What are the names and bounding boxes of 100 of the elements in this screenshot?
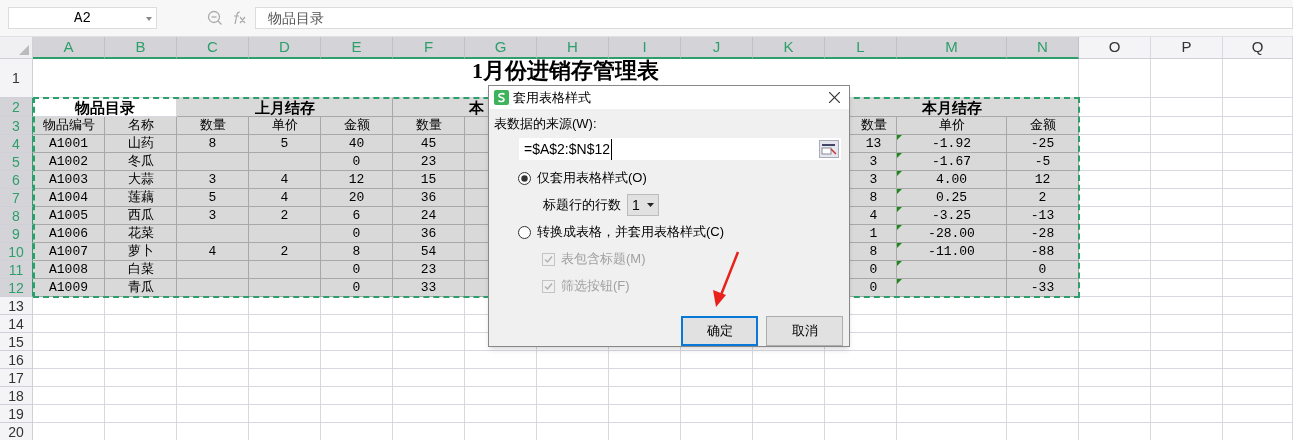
table-cell bbox=[1223, 315, 1293, 333]
function-icon[interactable] bbox=[231, 11, 247, 25]
column-header[interactable]: F bbox=[393, 37, 465, 59]
table-cell: A1006 bbox=[33, 225, 105, 243]
table-cell bbox=[1079, 117, 1151, 135]
table-cell bbox=[1151, 369, 1223, 387]
column-header[interactable]: N bbox=[1007, 37, 1079, 59]
row-header[interactable]: 2 bbox=[0, 98, 33, 117]
table-cell bbox=[1151, 171, 1223, 189]
column-header[interactable]: C bbox=[177, 37, 249, 59]
table-cell bbox=[1223, 135, 1293, 153]
table-cell: A1008 bbox=[33, 261, 105, 279]
zoom-icon[interactable] bbox=[207, 10, 223, 26]
table-cell bbox=[249, 261, 321, 279]
table-cell: 2 bbox=[1007, 189, 1079, 207]
table-cell bbox=[1079, 135, 1151, 153]
row-header[interactable]: 20 bbox=[0, 423, 33, 440]
column-header[interactable]: K bbox=[753, 37, 825, 59]
table-cell: 4.00 bbox=[897, 171, 1007, 189]
table-cell bbox=[177, 297, 249, 315]
table-cell bbox=[825, 351, 897, 369]
table-cell: 4 bbox=[249, 171, 321, 189]
column-header[interactable]: D bbox=[249, 37, 321, 59]
cancel-button[interactable]: 取消 bbox=[766, 316, 843, 346]
source-field[interactable]: =$A$2:$N$12 bbox=[519, 138, 841, 160]
column-header[interactable]: A bbox=[33, 37, 105, 59]
column-header[interactable]: H bbox=[537, 37, 609, 59]
checkbox-icon bbox=[542, 252, 555, 266]
column-header[interactable]: J bbox=[681, 37, 753, 59]
table-cell bbox=[1151, 315, 1223, 333]
table-cell: -11.00 bbox=[897, 243, 1007, 261]
table-cell bbox=[1151, 405, 1223, 423]
row-header[interactable]: 15 bbox=[0, 333, 33, 351]
column-header[interactable]: G bbox=[465, 37, 537, 59]
table-cell bbox=[537, 387, 609, 405]
row-header[interactable]: 3 bbox=[0, 117, 33, 135]
formula-field[interactable]: 物品目录 bbox=[255, 7, 1293, 29]
table-cell: 物品目录 bbox=[33, 98, 177, 117]
row-header[interactable]: 11 bbox=[0, 261, 33, 279]
table-cell: 花菜 bbox=[105, 225, 177, 243]
close-icon[interactable] bbox=[829, 92, 840, 103]
table-cell: -1.67 bbox=[897, 153, 1007, 171]
row-header[interactable]: 10 bbox=[0, 243, 33, 261]
table-cell bbox=[465, 387, 537, 405]
row-header[interactable]: 12 bbox=[0, 279, 33, 297]
table-cell bbox=[1151, 59, 1223, 98]
table-cell bbox=[537, 351, 609, 369]
table-cell bbox=[1079, 153, 1151, 171]
name-box[interactable]: A2 bbox=[8, 7, 157, 29]
table-cell bbox=[753, 369, 825, 387]
row-header[interactable]: 8 bbox=[0, 207, 33, 225]
column-header[interactable]: I bbox=[609, 37, 681, 59]
column-header[interactable]: M bbox=[897, 37, 1007, 59]
table-cell: 萝卜 bbox=[105, 243, 177, 261]
table-cell bbox=[1151, 135, 1223, 153]
row-header[interactable]: 1 bbox=[0, 59, 33, 98]
row-header[interactable]: 19 bbox=[0, 405, 33, 423]
row-header[interactable]: 5 bbox=[0, 153, 33, 171]
table-cell bbox=[249, 315, 321, 333]
table-cell bbox=[177, 261, 249, 279]
row-header[interactable]: 6 bbox=[0, 171, 33, 189]
row-header[interactable]: 14 bbox=[0, 315, 33, 333]
ok-button[interactable]: 确定 bbox=[681, 316, 758, 346]
table-cell bbox=[1007, 351, 1079, 369]
row-header[interactable]: 7 bbox=[0, 189, 33, 207]
table-cell: 3 bbox=[177, 207, 249, 225]
table-cell bbox=[321, 315, 393, 333]
row-header[interactable]: 17 bbox=[0, 369, 33, 387]
range-picker-icon[interactable] bbox=[819, 140, 839, 158]
column-header[interactable]: L bbox=[825, 37, 897, 59]
table-cell bbox=[1079, 351, 1151, 369]
table-cell: 冬瓜 bbox=[105, 153, 177, 171]
table-cell bbox=[1223, 153, 1293, 171]
table-cell bbox=[105, 297, 177, 315]
row-header[interactable]: 18 bbox=[0, 387, 33, 405]
table-cell bbox=[681, 387, 753, 405]
column-header[interactable]: O bbox=[1079, 37, 1151, 59]
table-cell: 20 bbox=[321, 189, 393, 207]
row-header[interactable]: 16 bbox=[0, 351, 33, 369]
column-header[interactable]: P bbox=[1151, 37, 1223, 59]
table-cell bbox=[1079, 171, 1151, 189]
row-header[interactable]: 4 bbox=[0, 135, 33, 153]
table-cell: 40 bbox=[321, 135, 393, 153]
table-cell bbox=[1079, 243, 1151, 261]
header-rows-dropdown[interactable]: 1 bbox=[627, 194, 659, 216]
table-cell bbox=[1079, 315, 1151, 333]
table-cell bbox=[1151, 225, 1223, 243]
row-header[interactable]: 9 bbox=[0, 225, 33, 243]
column-header[interactable]: B bbox=[105, 37, 177, 59]
column-header[interactable]: E bbox=[321, 37, 393, 59]
table-cell bbox=[1151, 261, 1223, 279]
row-header[interactable]: 13 bbox=[0, 297, 33, 315]
table-cell bbox=[609, 369, 681, 387]
select-all-corner[interactable] bbox=[0, 37, 33, 59]
table-cell bbox=[753, 405, 825, 423]
column-header[interactable]: Q bbox=[1223, 37, 1293, 59]
caret-icon bbox=[646, 203, 654, 207]
caret-icon bbox=[146, 17, 152, 21]
table-cell: -13 bbox=[1007, 207, 1079, 225]
table-cell: 8 bbox=[321, 243, 393, 261]
